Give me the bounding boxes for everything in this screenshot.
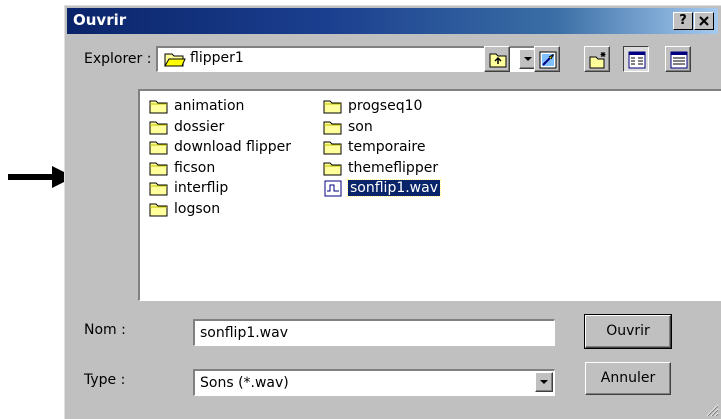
desktop-button[interactable]	[534, 46, 560, 72]
dialog-title: Ouvrir	[73, 11, 127, 29]
folder-icon	[149, 162, 168, 175]
filetype-label: Type :	[84, 372, 126, 388]
lookin-value: flipper1	[190, 50, 244, 66]
item-label: logson	[174, 200, 221, 217]
folder-icon	[323, 162, 342, 175]
item-label: animation	[174, 98, 245, 114]
filetype-value: Sons (*.wav)	[200, 375, 289, 391]
wav-file-icon	[324, 180, 342, 197]
folder-icon	[149, 203, 168, 216]
details-view-button[interactable]	[665, 46, 691, 72]
open-folder-icon	[164, 53, 186, 67]
folder-icon	[323, 100, 342, 114]
close-icon	[699, 16, 709, 26]
lookin-combobox[interactable]: flipper1	[156, 46, 539, 72]
item-label: interflip	[174, 180, 229, 196]
cancel-button[interactable]: Annuler	[585, 362, 671, 395]
item-label: themeflipper	[348, 159, 439, 176]
folder-icon	[149, 141, 168, 155]
filename-label: Nom :	[84, 322, 126, 338]
filetype-dropdown-button[interactable]	[535, 372, 553, 392]
item-label: sonflip1.wav	[347, 179, 441, 197]
help-button[interactable]: ?	[673, 12, 693, 30]
list-view-button[interactable]	[623, 46, 649, 72]
item-label: progseq10	[348, 98, 423, 114]
filename-input[interactable]: sonflip1.wav	[193, 319, 555, 346]
details-view-icon	[670, 51, 688, 69]
folder-icon	[323, 121, 342, 134]
list-view-icon	[628, 51, 646, 69]
folder-icon	[149, 182, 168, 196]
chevron-down-icon	[524, 57, 532, 61]
up-one-level-icon	[489, 53, 507, 68]
new-folder-button[interactable]	[584, 46, 610, 72]
open-file-dialog: Ouvrir ? Explorer : flipper1 animation d…	[64, 5, 721, 419]
item-label: temporaire	[348, 139, 426, 155]
title-bar: Ouvrir ?	[67, 8, 718, 34]
filetype-combobox[interactable]: Sons (*.wav)	[193, 369, 555, 396]
item-label: download flipper	[174, 139, 291, 155]
folder-icon	[323, 141, 342, 155]
file-list[interactable]: animation dossier download flipper ficson in…	[138, 89, 721, 301]
up-one-level-button[interactable]	[484, 46, 510, 72]
close-button[interactable]	[694, 12, 714, 30]
filename-value: sonflip1.wav	[200, 325, 288, 341]
open-button[interactable]: Ouvrir	[584, 314, 672, 349]
new-folder-icon	[589, 52, 606, 69]
resize-grip-icon[interactable]	[705, 403, 719, 417]
item-label: son	[348, 118, 373, 135]
folder-icon	[149, 100, 168, 114]
item-label: ficson	[174, 159, 216, 176]
lookin-label: Explorer :	[84, 51, 152, 67]
chevron-down-icon	[540, 380, 548, 384]
desktop-icon	[539, 51, 557, 69]
item-label: dossier	[174, 118, 225, 135]
folder-icon	[149, 121, 168, 134]
